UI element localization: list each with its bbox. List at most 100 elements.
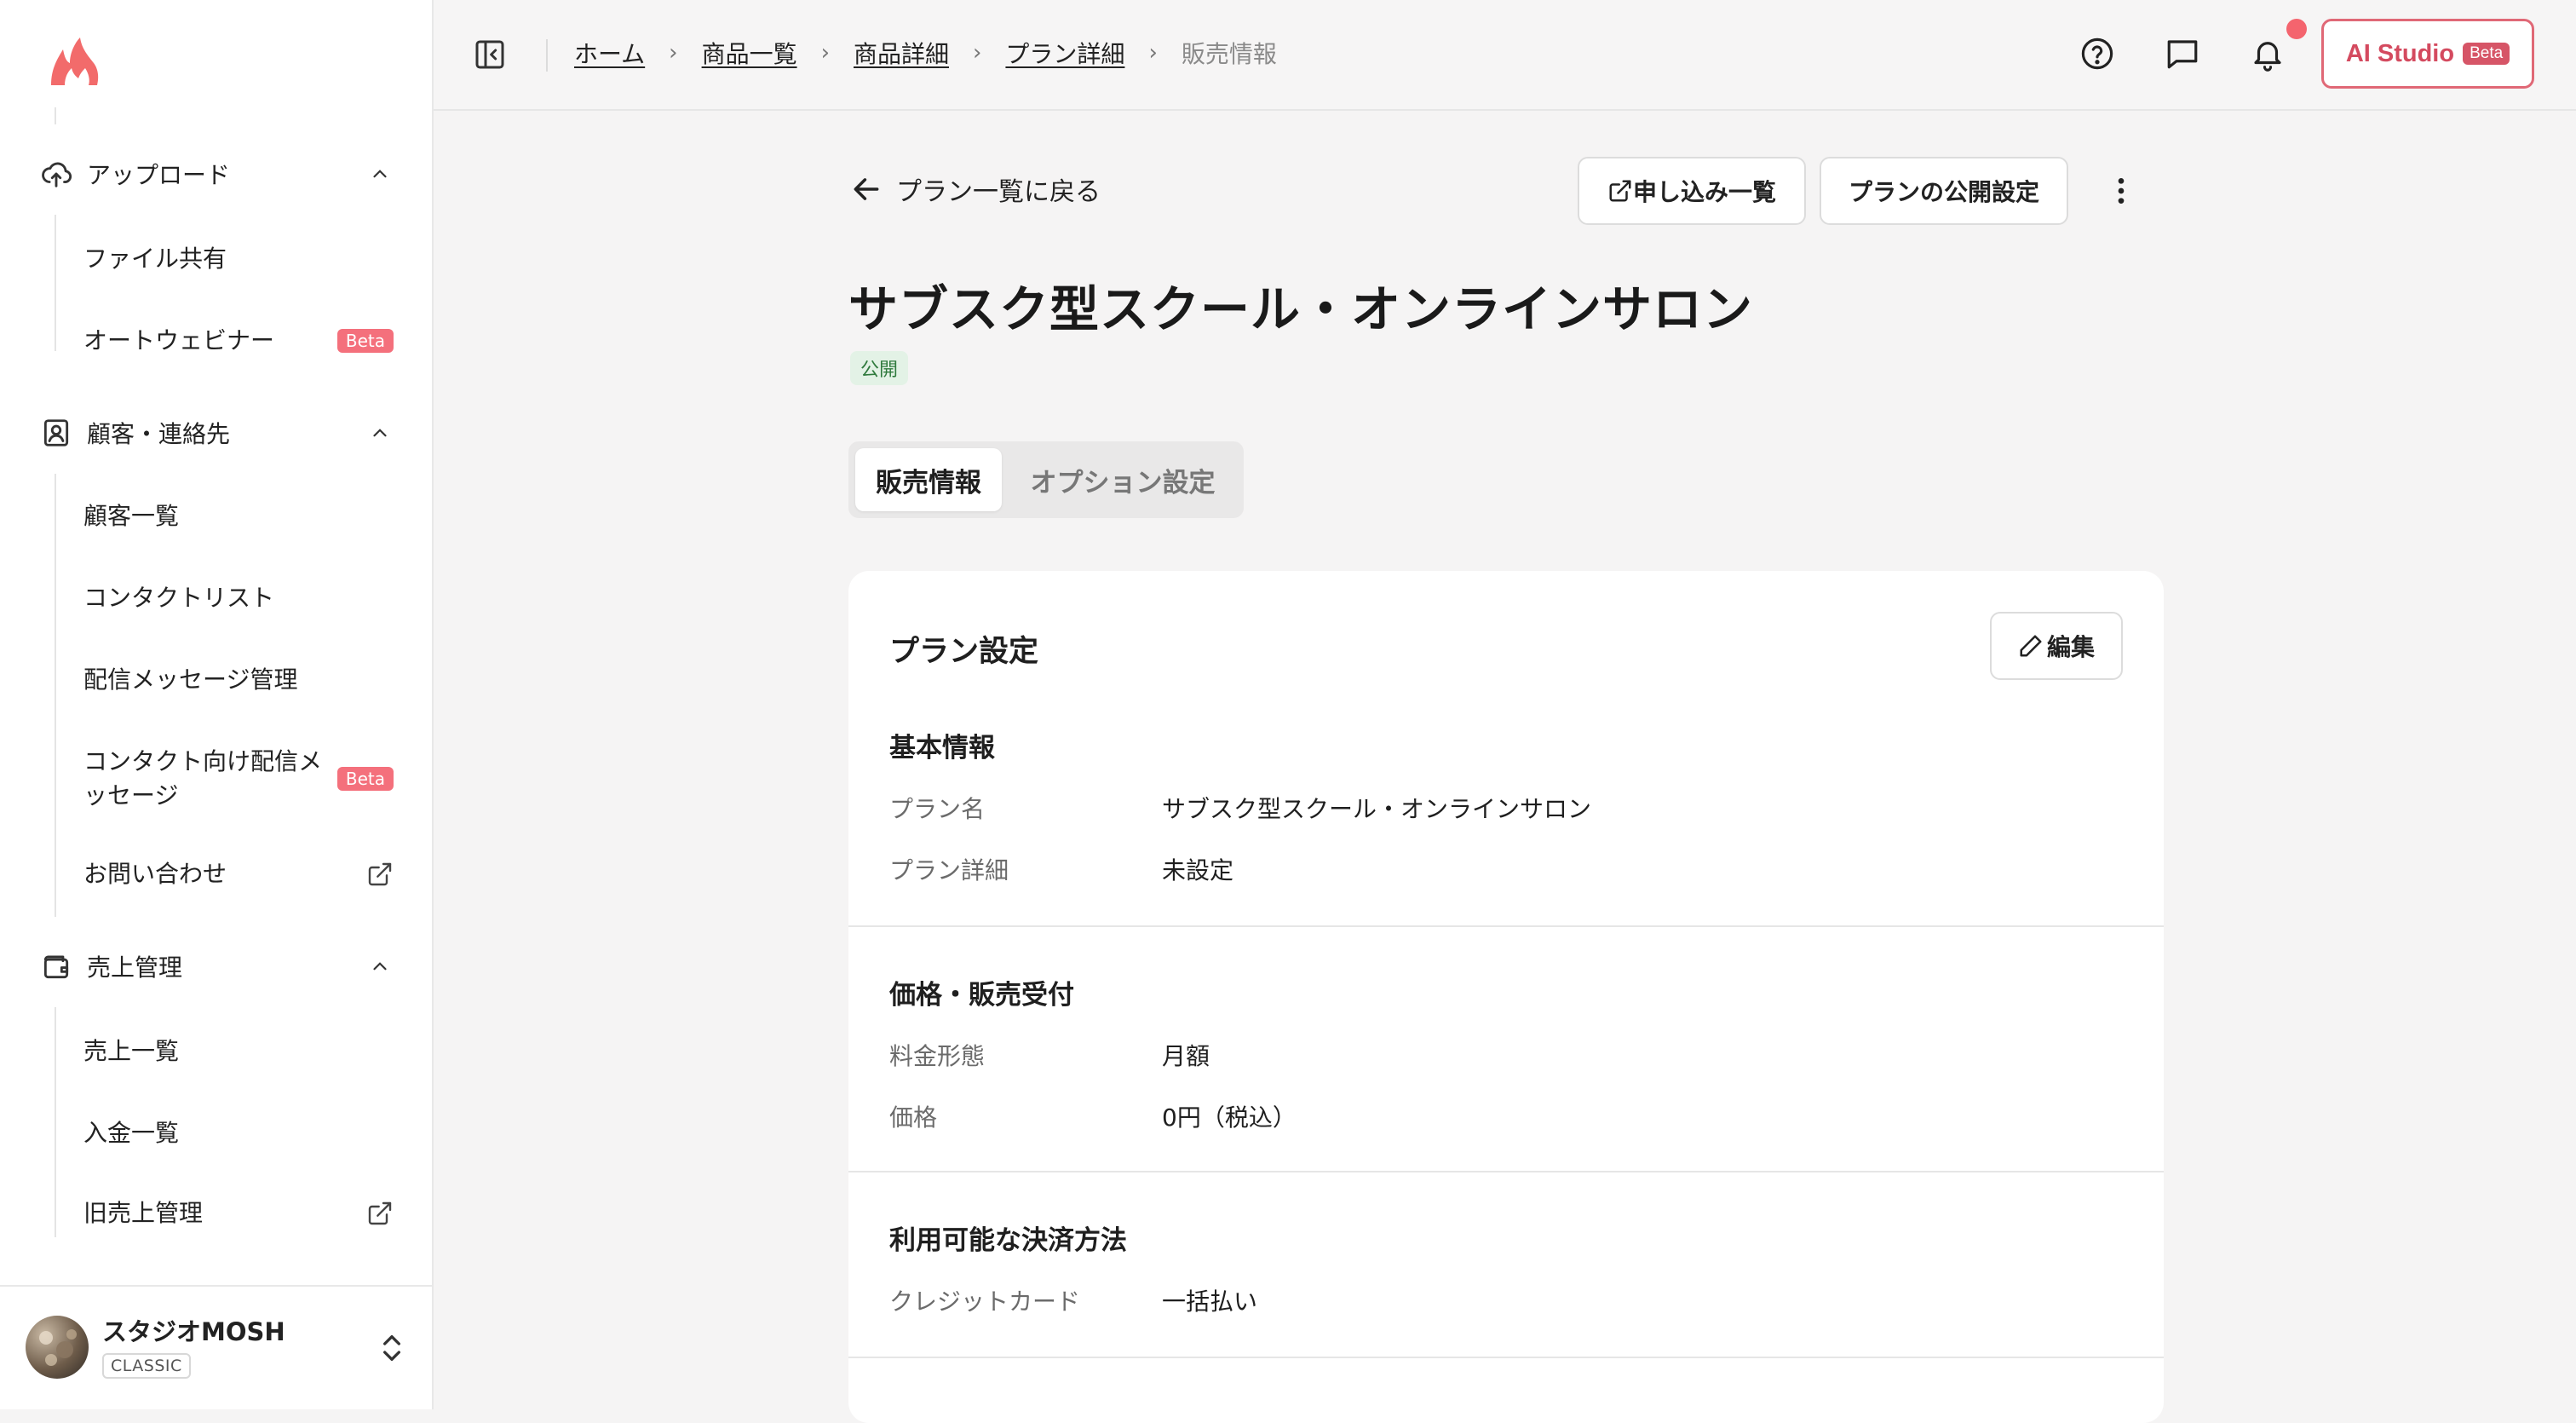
user-plan-badge: CLASSIC (102, 1353, 191, 1379)
sidebar-item-contact-list[interactable]: コンタクトリスト (83, 581, 407, 615)
sidebar-collapse-icon[interactable] (473, 37, 507, 72)
chevron-up-icon[interactable] (363, 157, 397, 191)
ai-studio-button[interactable]: AI Studio Beta (2321, 19, 2534, 89)
breadcrumb: ホーム › 商品一覧 › 商品詳細 › プラン詳細 › 販売情報 (574, 36, 1277, 70)
sidebar-group-customers[interactable]: 顧客・連絡先 (39, 409, 397, 457)
top-header: ホーム › 商品一覧 › 商品詳細 › プラン詳細 › 販売情報 AI Stud… (434, 0, 2576, 111)
sidebar-item-label: 顧客一覧 (83, 502, 180, 530)
sidebar-item-deposit-list[interactable]: 入金一覧 (83, 1116, 407, 1150)
back-label: プラン一覧に戻る (896, 177, 1101, 207)
help-icon[interactable] (2078, 34, 2117, 73)
sidebar-item-label: 売上一覧 (83, 1037, 180, 1065)
sidebar-item-label: 旧売上管理 (83, 1199, 204, 1227)
chevron-up-down-icon[interactable] (375, 1329, 409, 1367)
cloud-upload-icon (39, 157, 73, 191)
sidebar: アップロード ファイル共有 オートウェビナー Beta 顧客・連絡先 顧客一覧 … (0, 0, 434, 1409)
publish-settings-button[interactable]: プランの公開設定 (1820, 157, 2068, 225)
nav-rail (55, 215, 56, 351)
user-name: スタジオMOSH (102, 1317, 285, 1346)
wallet-icon (39, 949, 73, 983)
field-label: プラン詳細 (889, 856, 1009, 884)
external-link-icon (366, 861, 394, 888)
sidebar-item-label: お問い合わせ (83, 860, 227, 888)
card-title: プラン設定 (889, 635, 1039, 669)
field-value: サブスク型スクール・オンラインサロン (1162, 795, 1592, 823)
section-heading: 基本情報 (889, 733, 995, 763)
field-label: プラン名 (889, 795, 986, 823)
external-link-icon (366, 1200, 394, 1227)
breadcrumb-plan-detail[interactable]: プラン詳細 (1005, 36, 1124, 70)
sidebar-group-label: 売上管理 (87, 953, 183, 982)
field-label: クレジットカード (889, 1288, 1081, 1316)
logo-divider (55, 107, 56, 124)
contact-card-icon (39, 416, 73, 450)
nav-rail (55, 1007, 56, 1237)
sidebar-group-sales[interactable]: 売上管理 (39, 942, 397, 990)
beta-badge: Beta (2463, 43, 2510, 65)
beta-badge: Beta (336, 767, 394, 791)
edit-label: 編集 (2046, 634, 2095, 660)
sidebar-item-legacy-sales[interactable]: 旧売上管理 (83, 1196, 407, 1230)
breadcrumb-home[interactable]: ホーム (574, 36, 645, 70)
ai-studio-label: AI Studio (2345, 39, 2455, 67)
tab-bar: 販売情報 オプション設定 (848, 441, 1244, 518)
edit-button[interactable]: 編集 (1990, 612, 2123, 680)
section-heading: 価格・販売受付 (889, 980, 1074, 1011)
chevron-up-icon[interactable] (363, 416, 397, 450)
field-label: 料金形態 (889, 1042, 986, 1070)
breadcrumb-current: 販売情報 (1181, 40, 1277, 68)
chat-icon[interactable] (2163, 34, 2202, 73)
back-to-plans-link[interactable]: プラン一覧に戻る (850, 170, 1101, 208)
page-title: サブスク型スクール・オンラインサロン (848, 280, 1754, 338)
breadcrumb-product-list[interactable]: 商品一覧 (702, 36, 797, 70)
chevron-up-icon[interactable] (363, 949, 397, 983)
more-vertical-icon[interactable] (2104, 170, 2138, 211)
beta-badge: Beta (336, 329, 394, 353)
publish-settings-label: プランの公開設定 (1848, 179, 2039, 205)
sidebar-item-file-share[interactable]: ファイル共有 (83, 242, 407, 276)
sidebar-group-label: アップロード (87, 161, 231, 189)
chevron-right-icon: › (820, 40, 830, 66)
status-badge: 公開 (850, 351, 909, 385)
chevron-right-icon: › (669, 40, 678, 66)
bell-icon[interactable] (2248, 34, 2287, 73)
sidebar-item-label: オートウェビナー (83, 326, 275, 354)
field-value: 未設定 (1162, 856, 1234, 884)
sidebar-item-auto-webinar[interactable]: オートウェビナー Beta (83, 324, 407, 358)
field-value: 0円（税込） (1162, 1103, 1297, 1132)
sidebar-item-label: コンタクトリスト (83, 584, 275, 612)
tab-sales-info[interactable]: 販売情報 (855, 448, 1002, 511)
applications-list-button[interactable]: 申し込み一覧 (1578, 157, 1806, 225)
section-divider (848, 925, 2164, 927)
sidebar-group-label: 顧客・連絡先 (87, 420, 231, 448)
field-value: 一括払い (1162, 1288, 1258, 1316)
sidebar-group-upload[interactable]: アップロード (39, 150, 397, 198)
section-divider (848, 1171, 2164, 1172)
user-divider (0, 1285, 432, 1287)
sidebar-item-message-management[interactable]: 配信メッセージ管理 (83, 663, 407, 697)
nav-rail (55, 474, 56, 917)
sidebar-item-contact-messages[interactable]: コンタクト向け配信メッセージ Beta (83, 743, 407, 815)
avatar[interactable] (26, 1316, 89, 1379)
tab-option-settings[interactable]: オプション設定 (1009, 448, 1237, 511)
breadcrumb-product-detail[interactable]: 商品詳細 (854, 36, 949, 70)
sidebar-item-customer-list[interactable]: 顧客一覧 (83, 499, 407, 533)
brand-logo-icon[interactable] (46, 34, 104, 92)
section-divider (848, 1357, 2164, 1358)
sidebar-item-sales-list[interactable]: 売上一覧 (83, 1034, 407, 1069)
applications-list-label: 申し込み一覧 (1632, 179, 1776, 205)
sidebar-item-inquiry[interactable]: お問い合わせ (83, 857, 407, 891)
plan-settings-card: プラン設定 編集 基本情報 プラン名 サブスク型スクール・オンラインサロン プラ… (848, 571, 2164, 1423)
chevron-right-icon: › (973, 40, 982, 66)
arrow-left-icon (854, 178, 879, 200)
field-value: 月額 (1162, 1042, 1210, 1070)
section-heading: 利用可能な決済方法 (889, 1225, 1127, 1256)
sidebar-item-label: コンタクト向け配信メッセージ (83, 747, 323, 809)
chevron-right-icon: › (1148, 40, 1158, 66)
sidebar-item-label: ファイル共有 (83, 245, 227, 273)
header-divider (546, 39, 548, 72)
external-link-icon (1609, 180, 1631, 202)
sidebar-item-label: 配信メッセージ管理 (83, 665, 298, 694)
sidebar-item-label: 入金一覧 (83, 1119, 180, 1147)
notification-dot (2286, 19, 2307, 39)
